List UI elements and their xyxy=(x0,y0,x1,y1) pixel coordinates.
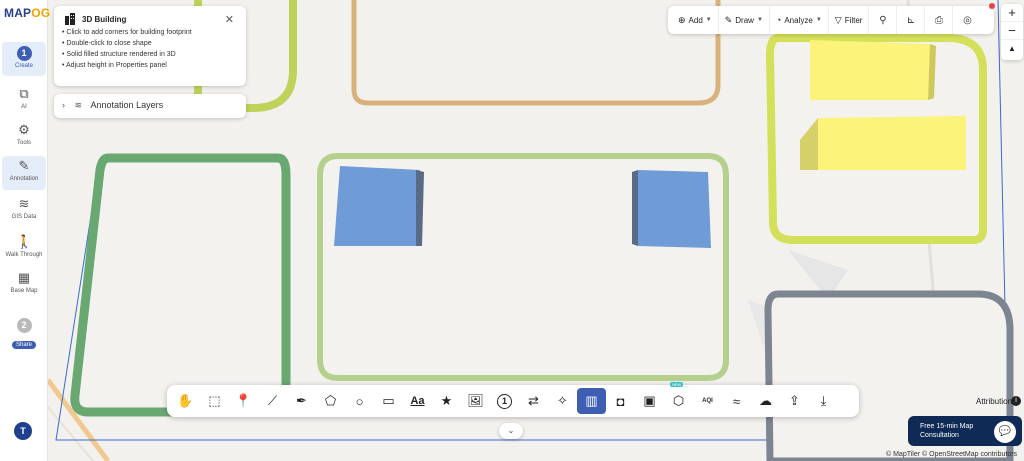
search-icon[interactable]: ⚲ xyxy=(869,6,898,34)
building-yellow-2 xyxy=(818,116,966,170)
attribution-link[interactable]: Attribution xyxy=(976,397,1012,406)
wind-icon[interactable]: ≈ xyxy=(722,388,751,414)
top-toolbar: ⊕ Add ▼ ✎ Draw ▼ ◔ Analyze ▼ ▽ Filter ⚲ ⊾ ⎙ ◎ xyxy=(668,6,994,34)
left-sidebar: MAPOG 1 Create ⧉ AI ⚙ Tools ✎ Annotation… xyxy=(0,0,50,461)
building-yellow-1 xyxy=(810,40,930,100)
walk-icon: 🚶 xyxy=(16,234,33,249)
list-item: • Double-click to close shape xyxy=(62,40,152,47)
bottom-toolbar: ✋ ⬚ 📍 ⟋ ✒ ⬠ ○ ▭ Aa ★ 🖼 1 ⇄ ✧ ▥ ◘ ▣ ⬡ NEW … xyxy=(167,382,859,417)
download-icon[interactable]: ⤓ xyxy=(809,388,838,414)
zoom-control: + − ▲ xyxy=(1001,4,1023,60)
camera-icon[interactable]: ◘ xyxy=(606,388,635,414)
3d-building-icon[interactable]: ▥ xyxy=(577,388,606,414)
layers-icon: ≋ xyxy=(74,100,83,110)
filter-button[interactable]: ▽ Filter xyxy=(829,6,870,34)
sidebar-item-gis-data[interactable]: ≋ GIS Data xyxy=(2,194,46,228)
consultation-banner[interactable]: Free 15-min Map Consultation 💬 xyxy=(908,416,1022,446)
polygon-icon[interactable]: ⬠ xyxy=(316,388,345,414)
map-copyright: © MapTiler © OpenStreetMap contributors xyxy=(886,451,1018,458)
compass-icon[interactable]: ▲ xyxy=(1001,40,1023,58)
step-number: 2 xyxy=(16,318,32,333)
ai-icon: ⧉ xyxy=(19,86,29,101)
route-icon[interactable]: ⇄ xyxy=(519,388,548,414)
wall-left-green xyxy=(70,153,291,417)
close-icon[interactable]: ✕ xyxy=(225,13,234,26)
star-icon[interactable]: ★ xyxy=(432,388,461,414)
analyze-button[interactable]: ◔ Analyze ▼ xyxy=(770,6,829,34)
annotation-layers-label: Annotation Layers xyxy=(90,100,164,110)
locate-icon[interactable]: ◎ xyxy=(953,6,981,34)
sidebar-item-label: Walk Through xyxy=(5,252,43,258)
tool-info-panel: 3D Building ✕ • Click to add corners for… xyxy=(54,6,246,86)
annotation-layers-toggle[interactable]: › ≋ Annotation Layers xyxy=(54,94,246,118)
draw-button[interactable]: ✎ Draw ▼ xyxy=(719,6,770,34)
pen-icon[interactable]: ✒ xyxy=(287,388,316,414)
sidebar-item-share[interactable]: 2 Share xyxy=(2,314,46,349)
caret-down-icon: ▼ xyxy=(756,17,763,23)
chevron-down-icon[interactable]: ⌄ xyxy=(499,423,523,439)
basemap-icon: ▦ xyxy=(17,270,31,285)
tips-list: • Click to add corners for building foot… xyxy=(62,27,238,71)
pencil-icon: ✎ xyxy=(724,14,733,25)
select-icon[interactable]: ⬚ xyxy=(200,388,229,414)
sidebar-item-base-map[interactable]: ▦ Base Map xyxy=(2,268,46,302)
plus-circle-icon: ⊕ xyxy=(678,14,686,25)
image-icon[interactable]: 🖼 xyxy=(461,388,490,414)
step-number: 1 xyxy=(16,46,32,61)
line-icon[interactable]: ⟋ xyxy=(258,388,287,414)
building-blue-1 xyxy=(334,166,420,246)
sidebar-item-tools[interactable]: ⚙ Tools xyxy=(2,120,46,154)
add-button[interactable]: ⊕ Add ▼ xyxy=(672,6,719,34)
wall-top-center xyxy=(351,0,721,106)
sidebar-item-label: Create xyxy=(14,63,33,69)
list-item: • Click to add corners for building foot… xyxy=(62,29,192,36)
aqi-icon[interactable]: AQI xyxy=(693,388,722,414)
chevron-right-icon: › xyxy=(62,100,65,110)
sidebar-item-label: AI xyxy=(21,104,27,110)
tools-icon: ⚙ xyxy=(18,122,30,137)
pan-hand-icon[interactable]: ✋ xyxy=(171,388,200,414)
layers-icon: ≋ xyxy=(18,196,30,211)
caret-down-icon: ▼ xyxy=(705,17,712,23)
notification-dot xyxy=(989,3,995,9)
upload-icon[interactable]: ⇪ xyxy=(780,388,809,414)
app-logo[interactable]: MAPOG xyxy=(4,6,50,20)
sidebar-item-ai[interactable]: ⧉ AI xyxy=(2,84,46,118)
sidebar-item-label: Tools xyxy=(16,140,31,146)
list-item: • Adjust height in Properties panel xyxy=(62,62,167,69)
caret-down-icon: ▼ xyxy=(815,17,822,23)
map-pin-icon[interactable]: 📍 xyxy=(229,388,258,414)
sidebar-item-label: Share xyxy=(11,341,36,349)
3d-model-cube-icon[interactable]: ⬡ NEW xyxy=(664,382,693,414)
chat-icon[interactable]: 💬 xyxy=(994,421,1016,443)
weather-icon[interactable]: ☁ xyxy=(751,388,780,414)
sidebar-item-label: Annotation xyxy=(9,176,39,182)
sidebar-item-annotation[interactable]: ✎ Annotation xyxy=(2,156,46,190)
zoom-in-button[interactable]: + xyxy=(1001,4,1023,22)
building-icon xyxy=(65,13,75,25)
numbered-marker-icon[interactable]: 1 xyxy=(490,388,519,414)
freehand-shape-icon[interactable]: ✧ xyxy=(548,388,577,414)
zoom-out-button[interactable]: − xyxy=(1001,22,1023,40)
annotation-icon: ✎ xyxy=(18,158,30,173)
building-blue-2 xyxy=(638,170,711,248)
filter-icon: ▽ xyxy=(834,14,842,25)
list-item: • Solid filled structure rendered in 3D xyxy=(62,51,176,58)
text-tool-icon[interactable]: Aa xyxy=(403,388,432,414)
sidebar-item-walk-through[interactable]: 🚶 Walk Through xyxy=(2,232,46,266)
photo-icon[interactable]: ▣ xyxy=(635,388,664,414)
new-badge: NEW xyxy=(670,382,684,387)
sidebar-item-label: Base Map xyxy=(10,288,38,294)
rectangle-icon[interactable]: ▭ xyxy=(374,388,403,414)
info-icon[interactable]: i xyxy=(1011,396,1021,406)
pie-chart-icon: ◔ xyxy=(775,15,782,25)
circle-icon[interactable]: ○ xyxy=(345,388,374,414)
panel-title: 3D Building xyxy=(82,15,127,24)
measure-icon[interactable]: ⊾ xyxy=(897,6,926,34)
avatar[interactable]: T xyxy=(14,422,32,440)
sidebar-item-label: GIS Data xyxy=(11,214,37,220)
sidebar-item-create[interactable]: 1 Create xyxy=(2,42,46,76)
print-icon[interactable]: ⎙ xyxy=(925,6,954,34)
